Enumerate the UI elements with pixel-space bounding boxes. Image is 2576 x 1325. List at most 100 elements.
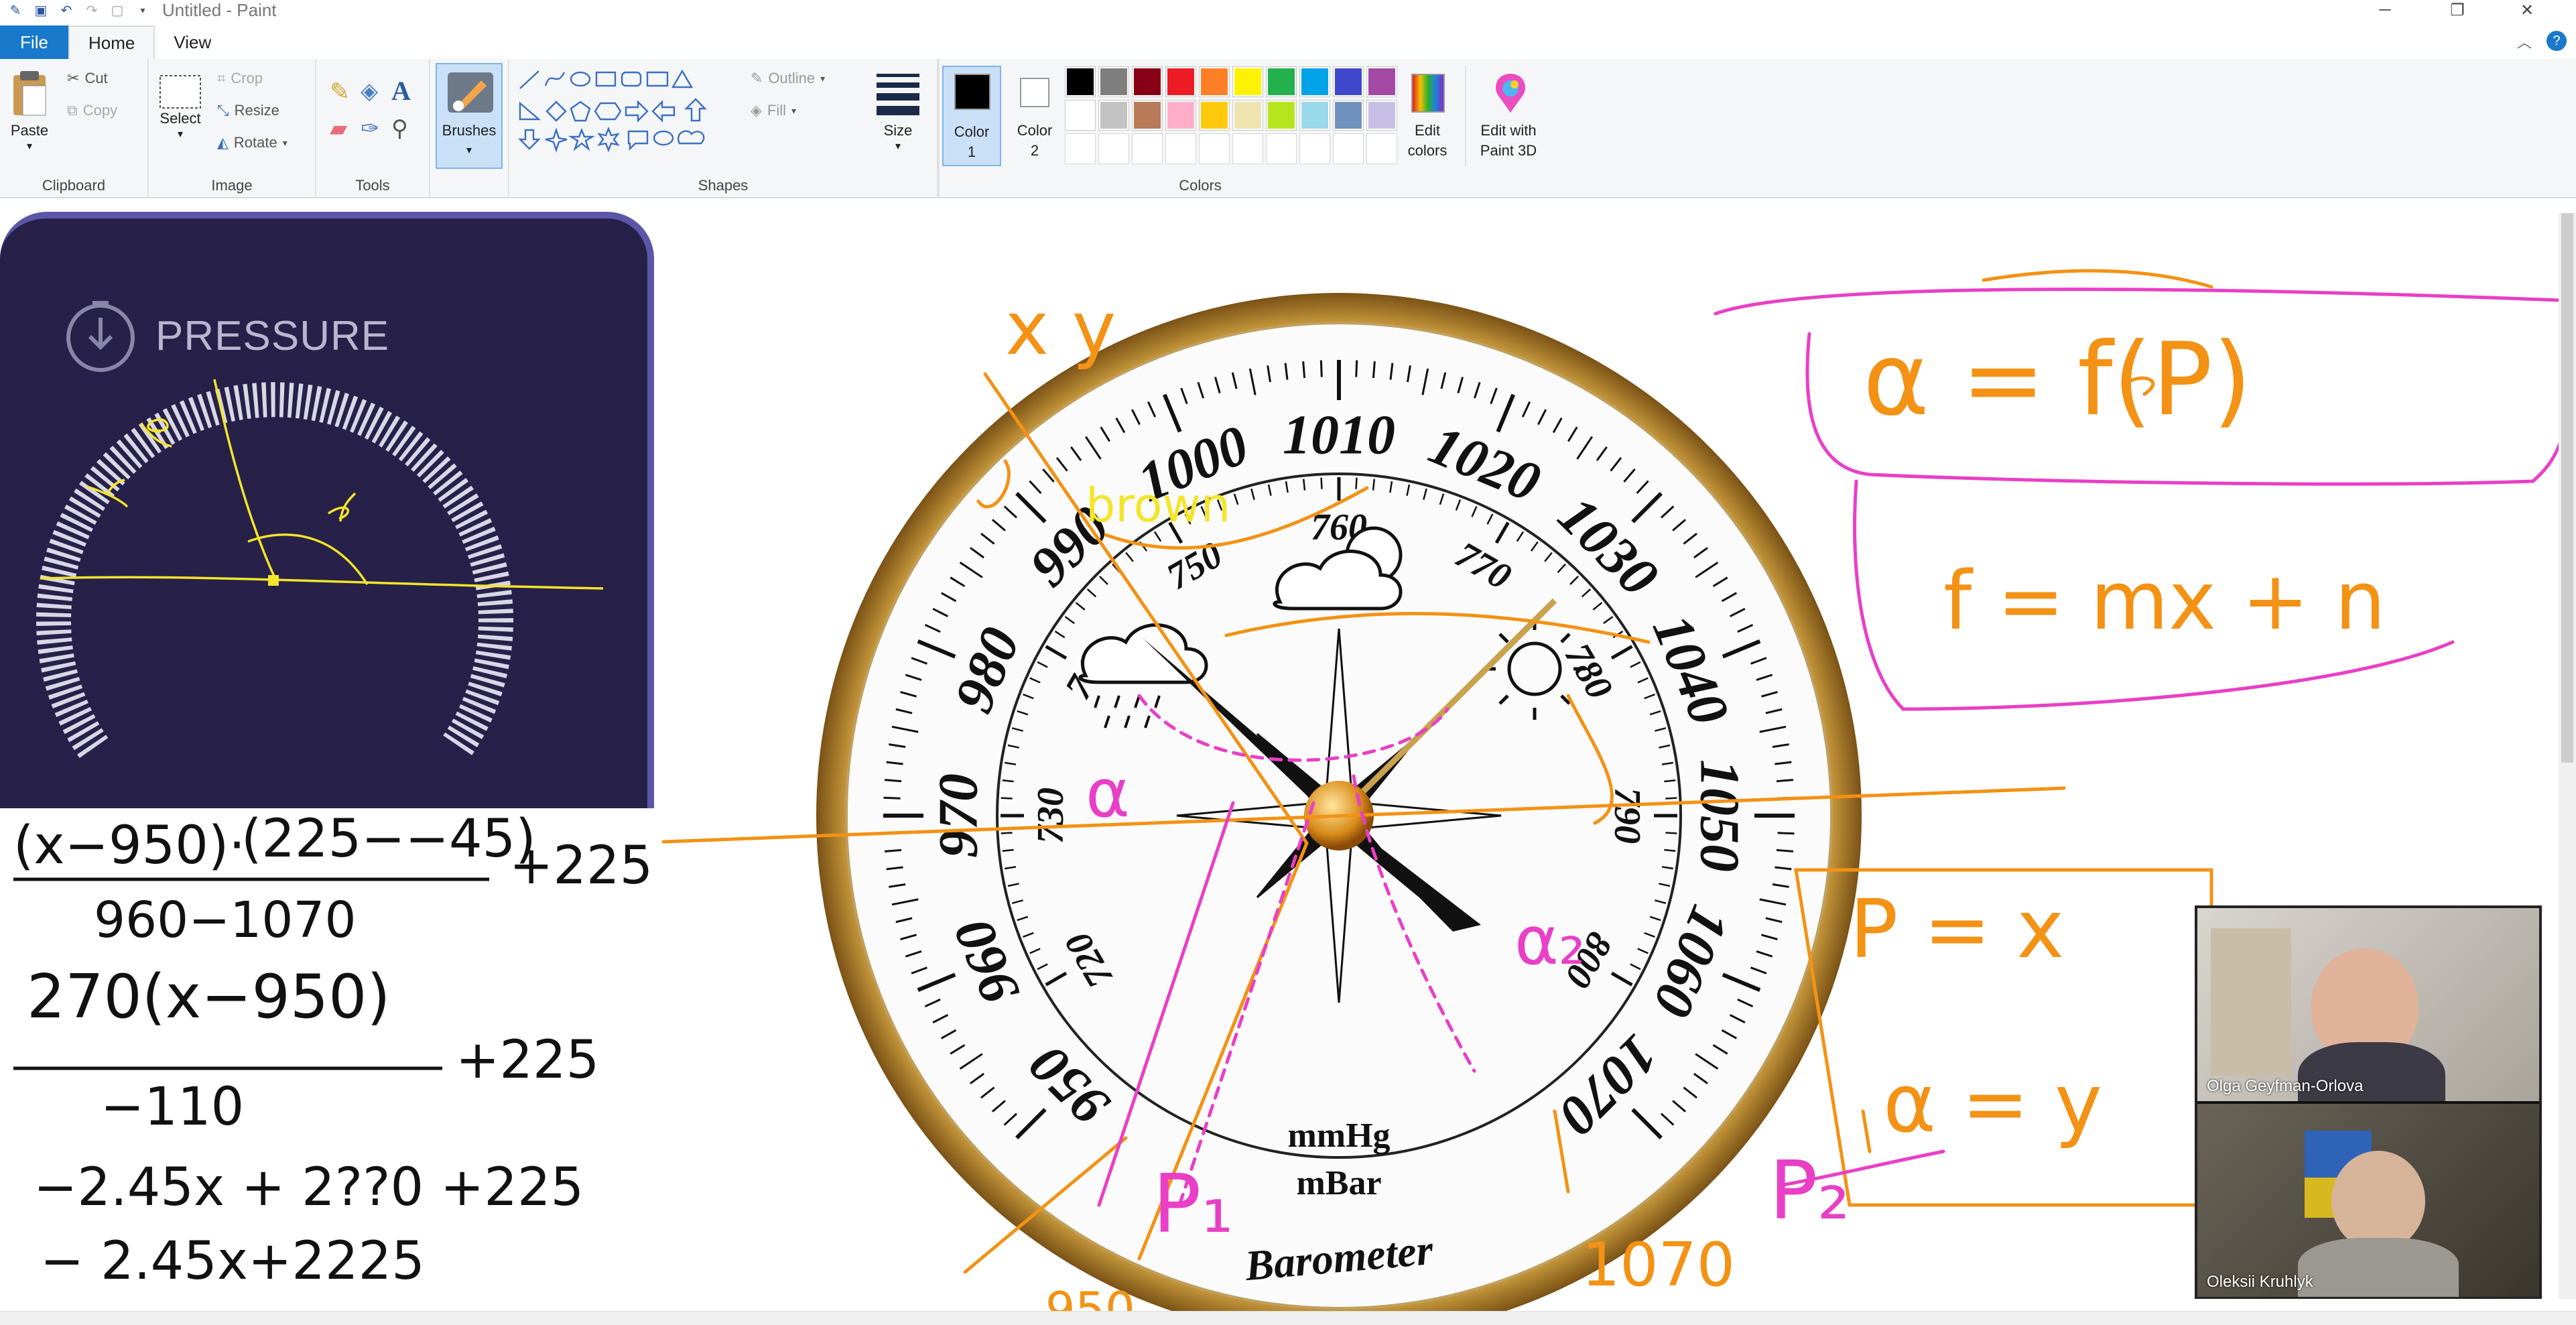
ribbon: Paste ▾ ✂ Cut ⧉ Copy Clipboard Select ▾ ⌗ C… <box>0 59 2576 198</box>
resize-button[interactable]: ⤡ Resize <box>217 102 279 119</box>
ribbon-tabs: File Home View ︿ ? <box>0 25 2576 59</box>
color-picker-icon[interactable]: ✑ <box>361 115 380 142</box>
brown-note: brown <box>1086 478 1230 533</box>
edit-colors-label-a: Edit <box>1415 122 1440 139</box>
palette-swatch[interactable] <box>1199 100 1230 131</box>
size-button[interactable]: Size ▾ <box>864 67 931 168</box>
note-1070: 1070 <box>1582 1230 1735 1300</box>
tab-file[interactable]: File <box>0 25 68 59</box>
text-tool-icon[interactable]: A <box>391 75 411 107</box>
colors-group-label: Colors <box>1179 177 1222 194</box>
paste-label: Paste <box>10 122 49 139</box>
custom-color-slot[interactable] <box>1098 133 1129 164</box>
eq1-plus: +225 <box>509 836 653 896</box>
crop-button[interactable]: ⌗ Crop <box>217 70 263 87</box>
minimize-button[interactable]: ─ <box>2362 0 2408 20</box>
cut-button[interactable]: ✂ Cut <box>67 70 108 87</box>
palette-swatch[interactable] <box>1132 66 1163 97</box>
new-file-icon[interactable]: ▢ <box>107 1 127 19</box>
eq2-denominator: −110 <box>101 1077 244 1137</box>
rotate-label: Rotate <box>233 134 277 151</box>
image-group-label: Image <box>211 177 253 194</box>
horizontal-scrollbar[interactable] <box>0 1311 2576 1325</box>
eq2-plus: +225 <box>456 1030 599 1090</box>
palette-swatch[interactable] <box>1065 66 1096 97</box>
palette-swatch[interactable] <box>1299 66 1330 97</box>
orange-handwritten-text: α = f(P) f = mx + n P = x α = y x y brow… <box>1005 286 2386 1311</box>
shapes-gallery[interactable] <box>516 68 744 162</box>
custom-color-slot[interactable] <box>1199 133 1230 164</box>
restore-button[interactable]: ❐ <box>2434 0 2481 20</box>
alpha-equals-y: α = y <box>1883 1058 2102 1151</box>
tab-view[interactable]: View <box>155 25 230 59</box>
edit-colors-button[interactable]: Edit colors <box>1401 66 1454 166</box>
fill-button[interactable]: ◈ Fill ▾ <box>751 102 796 119</box>
save-icon[interactable]: ▣ <box>31 1 51 19</box>
palette-swatch[interactable] <box>1098 100 1129 131</box>
ribbon-options: ︿ ? <box>2517 31 2567 52</box>
pencil-icon[interactable]: ✎ <box>330 78 350 106</box>
palette-swatch[interactable] <box>1065 100 1096 131</box>
paste-icon <box>13 71 46 116</box>
palette-swatch[interactable] <box>1299 100 1330 131</box>
palette-swatch[interactable] <box>1366 66 1397 97</box>
tools-group: ✎ ◈ A ▰ ✑ ⚲ Tools <box>316 59 430 198</box>
custom-color-slot[interactable] <box>1065 133 1096 164</box>
quick-access-dropdown-icon[interactable]: ▾ <box>133 1 153 19</box>
copy-button[interactable]: ⧉ Copy <box>67 102 117 119</box>
drawing-canvas[interactable]: PRESSURE 950 960 970 980 990 1000 1010 10 <box>0 200 2576 1311</box>
palette-swatch[interactable] <box>1165 100 1196 131</box>
undo-icon[interactable]: ↶ <box>56 1 76 19</box>
palette-swatch[interactable] <box>1266 100 1297 131</box>
video-tile-1[interactable]: Olga Geyfman-Orlova <box>2197 908 2539 1101</box>
outline-button[interactable]: ✎ Outline ▾ <box>751 70 825 87</box>
paint3d-button[interactable]: Edit with Paint 3D <box>1465 66 1551 166</box>
custom-color-slot[interactable] <box>1366 133 1397 164</box>
select-button[interactable]: Select ▾ <box>158 74 202 141</box>
palette-swatch[interactable] <box>1366 100 1397 131</box>
palette-swatch[interactable] <box>1333 100 1364 131</box>
note-950: 950 <box>1045 1282 1135 1311</box>
paint3d-label-b: Paint 3D <box>1480 142 1537 159</box>
rotate-button[interactable]: ◭ Rotate ▾ <box>217 134 287 151</box>
help-icon[interactable]: ? <box>2547 31 2567 51</box>
palette-swatch[interactable] <box>1333 66 1364 97</box>
linear-equation: f = mx + n <box>1943 555 2386 648</box>
paste-button[interactable]: Paste ▾ <box>9 68 50 153</box>
custom-color-slot[interactable] <box>1266 133 1297 164</box>
copy-label: Copy <box>82 102 118 119</box>
tab-home[interactable]: Home <box>68 25 155 59</box>
outline-label: Outline <box>768 70 816 86</box>
palette-swatch[interactable] <box>1266 66 1297 97</box>
custom-color-slot[interactable] <box>1165 133 1196 164</box>
palette-swatch[interactable] <box>1199 66 1230 97</box>
paint-window: ✎ ▣ ↶ ↷ ▢ ▾ Untitled - Paint ─ ❐ ✕ File … <box>0 0 2576 1325</box>
fill-icon: ◈ <box>751 102 762 119</box>
black-handwritten-math: (x−950)· (225−−45) 960−1070 +225 270(x−9… <box>13 809 653 1291</box>
alpha-equation: α = f(P) <box>1863 322 2252 438</box>
custom-color-slot[interactable] <box>1132 133 1163 164</box>
select-label: Select <box>159 110 201 127</box>
custom-color-slot[interactable] <box>1333 133 1364 164</box>
brushes-label: Brushes <box>442 122 497 139</box>
eq4: − 2.45x+2225 <box>40 1231 425 1291</box>
custom-color-slot[interactable] <box>1232 133 1263 164</box>
vertical-scroll-thumb[interactable] <box>2561 213 2573 763</box>
eq3: −2.45x + 2??0 +225 <box>34 1157 584 1218</box>
palette-swatch[interactable] <box>1232 100 1263 131</box>
brushes-button[interactable]: Brushes ▾ <box>436 63 503 169</box>
magnifier-icon[interactable]: ⚲ <box>391 115 408 142</box>
bookshelf-background <box>2211 928 2291 1076</box>
close-button[interactable]: ✕ <box>2504 0 2551 20</box>
palette-swatch[interactable] <box>1098 66 1129 97</box>
video-tile-2[interactable]: Oleksii Kruhlyk <box>2197 1104 2539 1297</box>
palette-swatch[interactable] <box>1232 66 1263 97</box>
collapse-ribbon-icon[interactable]: ︿ <box>2517 31 2532 52</box>
palette-swatch[interactable] <box>1132 100 1163 131</box>
vertical-scrollbar[interactable] <box>2559 213 2576 1299</box>
custom-color-slot[interactable] <box>1299 133 1330 164</box>
redo-icon[interactable]: ↷ <box>82 1 102 19</box>
fill-bucket-icon[interactable]: ◈ <box>361 78 378 105</box>
eraser-icon[interactable]: ▰ <box>330 115 347 142</box>
palette-swatch[interactable] <box>1165 66 1196 97</box>
